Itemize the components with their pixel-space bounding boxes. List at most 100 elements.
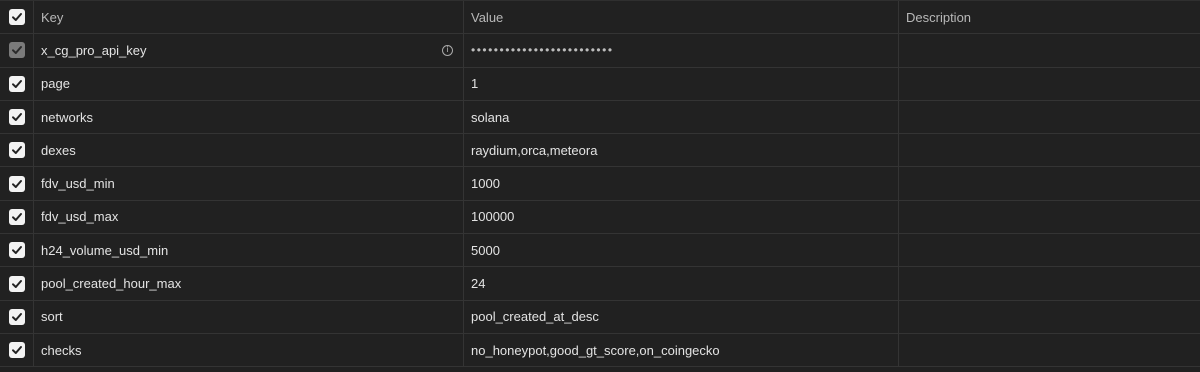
table-row: checks no_honeypot,good_gt_score,on_coin…	[0, 333, 1200, 368]
row-checkbox[interactable]	[8, 275, 25, 292]
select-all-cell	[0, 1, 34, 34]
checkmark-icon	[11, 146, 22, 155]
row-value: 5000	[471, 242, 500, 258]
row-check-cell	[0, 100, 34, 134]
row-check-cell	[0, 34, 34, 67]
row-checkbox[interactable]	[8, 75, 25, 92]
row-check-cell	[0, 234, 34, 267]
params-table: Key Value Description x_cg_pro_api_key i…	[0, 0, 1200, 372]
row-key-cell[interactable]: checks	[34, 333, 464, 367]
row-key: dexes	[41, 142, 76, 158]
row-checkbox[interactable]	[8, 42, 25, 59]
row-description-cell[interactable]	[899, 134, 1200, 166]
row-key: checks	[41, 342, 82, 358]
row-value-cell[interactable]: solana	[464, 100, 899, 134]
row-description-cell[interactable]	[899, 234, 1200, 266]
row-value: pool_created_at_desc	[471, 309, 599, 325]
row-check-cell	[0, 300, 34, 333]
checkmark-icon	[11, 46, 22, 55]
checkmark-icon	[11, 13, 22, 22]
row-value-cell[interactable]: 5000	[464, 234, 899, 267]
column-header-key-label: Key	[41, 9, 64, 25]
checkmark-icon	[11, 179, 22, 188]
row-key: pool_created_hour_max	[41, 276, 182, 292]
row-description-cell[interactable]	[899, 167, 1200, 199]
row-value-cell[interactable]: 1000	[464, 167, 899, 200]
row-key: sort	[41, 309, 63, 325]
table-row: fdv_usd_min 1000	[0, 167, 1200, 201]
row-value-cell[interactable]: •••••••••••••••••••••••••	[464, 34, 899, 67]
row-key-cell[interactable]: dexes	[34, 134, 464, 167]
column-header-key: Key	[34, 1, 464, 34]
row-value-cell[interactable]: raydium,orca,meteora	[464, 134, 899, 167]
row-checkbox[interactable]	[8, 142, 25, 159]
row-key-cell[interactable]: networks	[34, 100, 464, 134]
row-value: •••••••••••••••••••••••••	[471, 43, 614, 58]
row-key-cell[interactable]: page	[34, 67, 464, 100]
table-row: h24_volume_usd_min 5000	[0, 234, 1200, 268]
row-description-cell[interactable]	[899, 34, 1200, 66]
row-check-cell	[0, 134, 34, 167]
checkmark-icon	[11, 346, 22, 355]
table-header-row: Key Value Description	[0, 1, 1200, 35]
row-key-cell[interactable]: fdv_usd_max	[34, 200, 464, 234]
checkmark-icon	[11, 212, 22, 221]
column-header-value: Value	[464, 1, 899, 34]
row-check-cell	[0, 267, 34, 300]
row-key-cell[interactable]: h24_volume_usd_min	[34, 234, 464, 267]
row-value: 100000	[471, 209, 515, 225]
table-row: networks solana	[0, 100, 1200, 135]
row-value-cell[interactable]: 100000	[464, 200, 899, 234]
column-header-description: Description	[899, 1, 1200, 33]
row-check-cell	[0, 333, 34, 367]
row-value: 24	[471, 276, 486, 292]
row-value: solana	[471, 109, 510, 125]
checkmark-icon	[11, 246, 22, 255]
row-key: networks	[41, 109, 94, 125]
row-checkbox[interactable]	[8, 208, 25, 225]
row-checkbox[interactable]	[8, 242, 25, 259]
checkmark-icon	[11, 279, 22, 288]
row-description-cell[interactable]	[899, 334, 1200, 366]
row-key: x_cg_pro_api_key	[41, 42, 147, 58]
info-icon[interactable]: i	[442, 44, 453, 56]
table-row: page 1	[0, 67, 1200, 101]
column-header-value-label: Value	[471, 9, 504, 25]
row-value-cell[interactable]: no_honeypot,good_gt_score,on_coingecko	[464, 333, 899, 367]
row-checkbox[interactable]	[8, 109, 25, 126]
row-key-cell[interactable]: x_cg_pro_api_key i	[34, 34, 464, 67]
row-description-cell[interactable]	[899, 101, 1200, 133]
row-key: fdv_usd_max	[41, 209, 119, 225]
table-row: fdv_usd_max 100000	[0, 200, 1200, 235]
row-key: fdv_usd_min	[41, 176, 115, 192]
row-value: 1000	[471, 176, 500, 192]
row-description-cell[interactable]	[899, 301, 1200, 333]
select-all-checkbox[interactable]	[8, 9, 25, 26]
row-checkbox[interactable]	[8, 175, 25, 192]
row-value: raydium,orca,meteora	[471, 142, 598, 158]
checkmark-icon	[11, 79, 22, 88]
row-check-cell	[0, 67, 34, 100]
column-header-description-label: Description	[906, 9, 972, 25]
row-check-cell	[0, 167, 34, 200]
checkmark-icon	[11, 312, 22, 321]
table-row: sort pool_created_at_desc	[0, 300, 1200, 334]
row-description-cell[interactable]	[899, 68, 1200, 100]
row-value-cell[interactable]: 1	[464, 67, 899, 100]
row-value-cell[interactable]: pool_created_at_desc	[464, 300, 899, 333]
row-key: page	[41, 76, 70, 92]
checkmark-icon	[11, 113, 22, 122]
row-key-cell[interactable]: sort	[34, 300, 464, 333]
row-value: 1	[471, 76, 479, 92]
row-description-cell[interactable]	[899, 201, 1200, 233]
row-key: h24_volume_usd_min	[41, 242, 169, 258]
row-value-cell[interactable]: 24	[464, 267, 899, 300]
table-row: pool_created_hour_max 24	[0, 267, 1200, 301]
row-check-cell	[0, 200, 34, 234]
row-key-cell[interactable]: fdv_usd_min	[34, 167, 464, 200]
row-checkbox[interactable]	[8, 308, 25, 325]
row-key-cell[interactable]: pool_created_hour_max	[34, 267, 464, 300]
table-row: x_cg_pro_api_key i •••••••••••••••••••••…	[0, 34, 1200, 68]
row-checkbox[interactable]	[8, 342, 25, 359]
row-description-cell[interactable]	[899, 267, 1200, 299]
